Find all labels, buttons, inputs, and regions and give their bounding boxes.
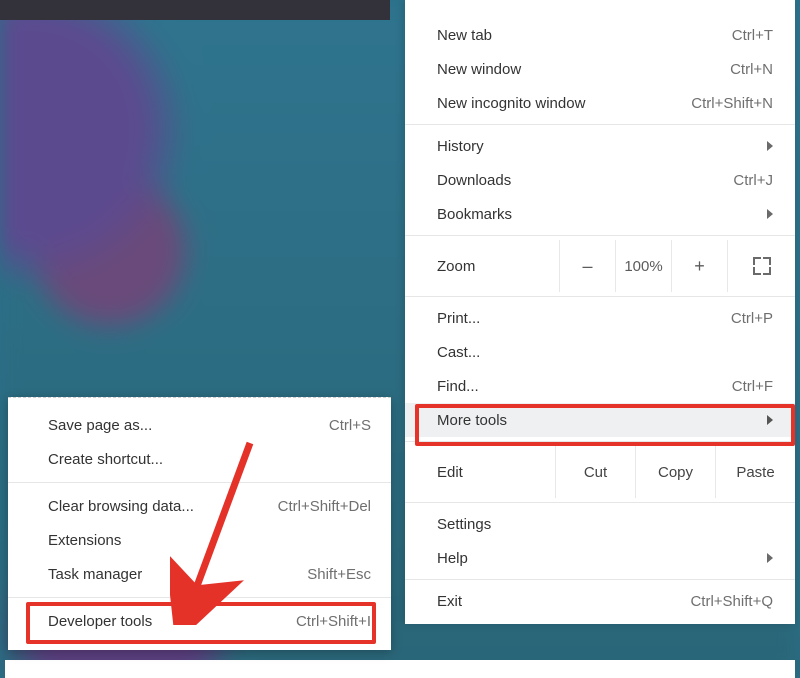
menu-label: Find...: [437, 378, 732, 395]
zoom-in-button[interactable]: +: [671, 240, 727, 292]
chrome-main-menu: New tab Ctrl+T New window Ctrl+N New inc…: [405, 0, 795, 624]
menu-label: New window: [437, 61, 730, 78]
zoom-label: Zoom: [437, 258, 559, 275]
menu-separator: [405, 579, 795, 580]
menu-label: Print...: [437, 310, 731, 327]
menu-item-cast[interactable]: Cast...: [405, 335, 795, 369]
submenu-arrow-icon: [767, 141, 773, 151]
shortcut-text: Ctrl+Shift+I: [296, 613, 371, 630]
menu-item-new-window[interactable]: New window Ctrl+N: [405, 52, 795, 86]
menu-separator: [405, 296, 795, 297]
menu-item-save-page[interactable]: Save page as... Ctrl+S: [8, 408, 391, 442]
submenu-arrow-icon: [767, 415, 773, 425]
menu-label: New incognito window: [437, 95, 691, 112]
menu-label: Developer tools: [48, 613, 296, 630]
fullscreen-button[interactable]: [727, 240, 795, 292]
menu-label: More tools: [437, 412, 767, 429]
menu-item-more-tools[interactable]: More tools: [405, 403, 795, 437]
menu-item-new-incognito[interactable]: New incognito window Ctrl+Shift+N: [405, 86, 795, 120]
menu-item-clear-browsing-data[interactable]: Clear browsing data... Ctrl+Shift+Del: [8, 489, 391, 523]
shortcut-text: Ctrl+S: [329, 417, 371, 434]
menu-item-settings[interactable]: Settings: [405, 507, 795, 541]
menu-item-print[interactable]: Print... Ctrl+P: [405, 301, 795, 335]
menu-label: History: [437, 138, 767, 155]
fullscreen-icon: [753, 257, 771, 275]
edit-paste-button[interactable]: Paste: [715, 446, 795, 498]
menu-label: Extensions: [48, 532, 371, 549]
more-tools-submenu: Save page as... Ctrl+S Create shortcut..…: [8, 397, 391, 650]
menu-item-downloads[interactable]: Downloads Ctrl+J: [405, 163, 795, 197]
menu-item-bookmarks[interactable]: Bookmarks: [405, 197, 795, 231]
menu-item-create-shortcut[interactable]: Create shortcut...: [8, 442, 391, 476]
edit-cut-button[interactable]: Cut: [555, 446, 635, 498]
menu-label: Create shortcut...: [48, 451, 371, 468]
menu-zoom-row: Zoom – 100% +: [405, 240, 795, 292]
shortcut-text: Ctrl+Shift+N: [691, 95, 773, 112]
menu-item-new-tab[interactable]: New tab Ctrl+T: [405, 18, 795, 52]
shortcut-text: Ctrl+J: [733, 172, 773, 189]
menu-separator: [8, 597, 391, 598]
shortcut-text: Ctrl+F: [732, 378, 773, 395]
menu-item-help[interactable]: Help: [405, 541, 795, 575]
menu-item-task-manager[interactable]: Task manager Shift+Esc: [8, 557, 391, 591]
menu-label: Help: [437, 550, 767, 567]
menu-label: Clear browsing data...: [48, 498, 278, 515]
menu-label: Settings: [437, 516, 773, 533]
edit-copy-button[interactable]: Copy: [635, 446, 715, 498]
menu-item-find[interactable]: Find... Ctrl+F: [405, 369, 795, 403]
shortcut-text: Ctrl+T: [732, 27, 773, 44]
menu-item-extensions[interactable]: Extensions: [8, 523, 391, 557]
menu-label: Bookmarks: [437, 206, 767, 223]
shortcut-text: Ctrl+Shift+Del: [278, 498, 371, 515]
shortcut-text: Ctrl+P: [731, 310, 773, 327]
menu-label: Cast...: [437, 344, 773, 361]
menu-label: Downloads: [437, 172, 733, 189]
shortcut-text: Ctrl+N: [730, 61, 773, 78]
shortcut-text: Shift+Esc: [307, 566, 371, 583]
menu-item-developer-tools[interactable]: Developer tools Ctrl+Shift+I: [8, 604, 391, 638]
shortcut-text: Ctrl+Shift+Q: [690, 593, 773, 610]
submenu-arrow-icon: [767, 553, 773, 563]
submenu-arrow-icon: [767, 209, 773, 219]
menu-separator: [405, 441, 795, 442]
page-bottom-strip: [5, 660, 795, 678]
menu-label: Task manager: [48, 566, 307, 583]
zoom-out-button[interactable]: –: [559, 240, 615, 292]
zoom-percent: 100%: [615, 240, 671, 292]
edit-label: Edit: [437, 464, 555, 481]
menu-label: Exit: [437, 593, 690, 610]
menu-separator: [405, 124, 795, 125]
menu-item-history[interactable]: History: [405, 129, 795, 163]
menu-label: New tab: [437, 27, 732, 44]
menu-separator: [8, 482, 391, 483]
menu-label: Save page as...: [48, 417, 329, 434]
menu-edit-row: Edit Cut Copy Paste: [405, 446, 795, 498]
menu-separator: [405, 235, 795, 236]
menu-item-exit[interactable]: Exit Ctrl+Shift+Q: [405, 584, 795, 618]
browser-tabstrip-fragment: [0, 0, 390, 20]
menu-separator: [405, 502, 795, 503]
